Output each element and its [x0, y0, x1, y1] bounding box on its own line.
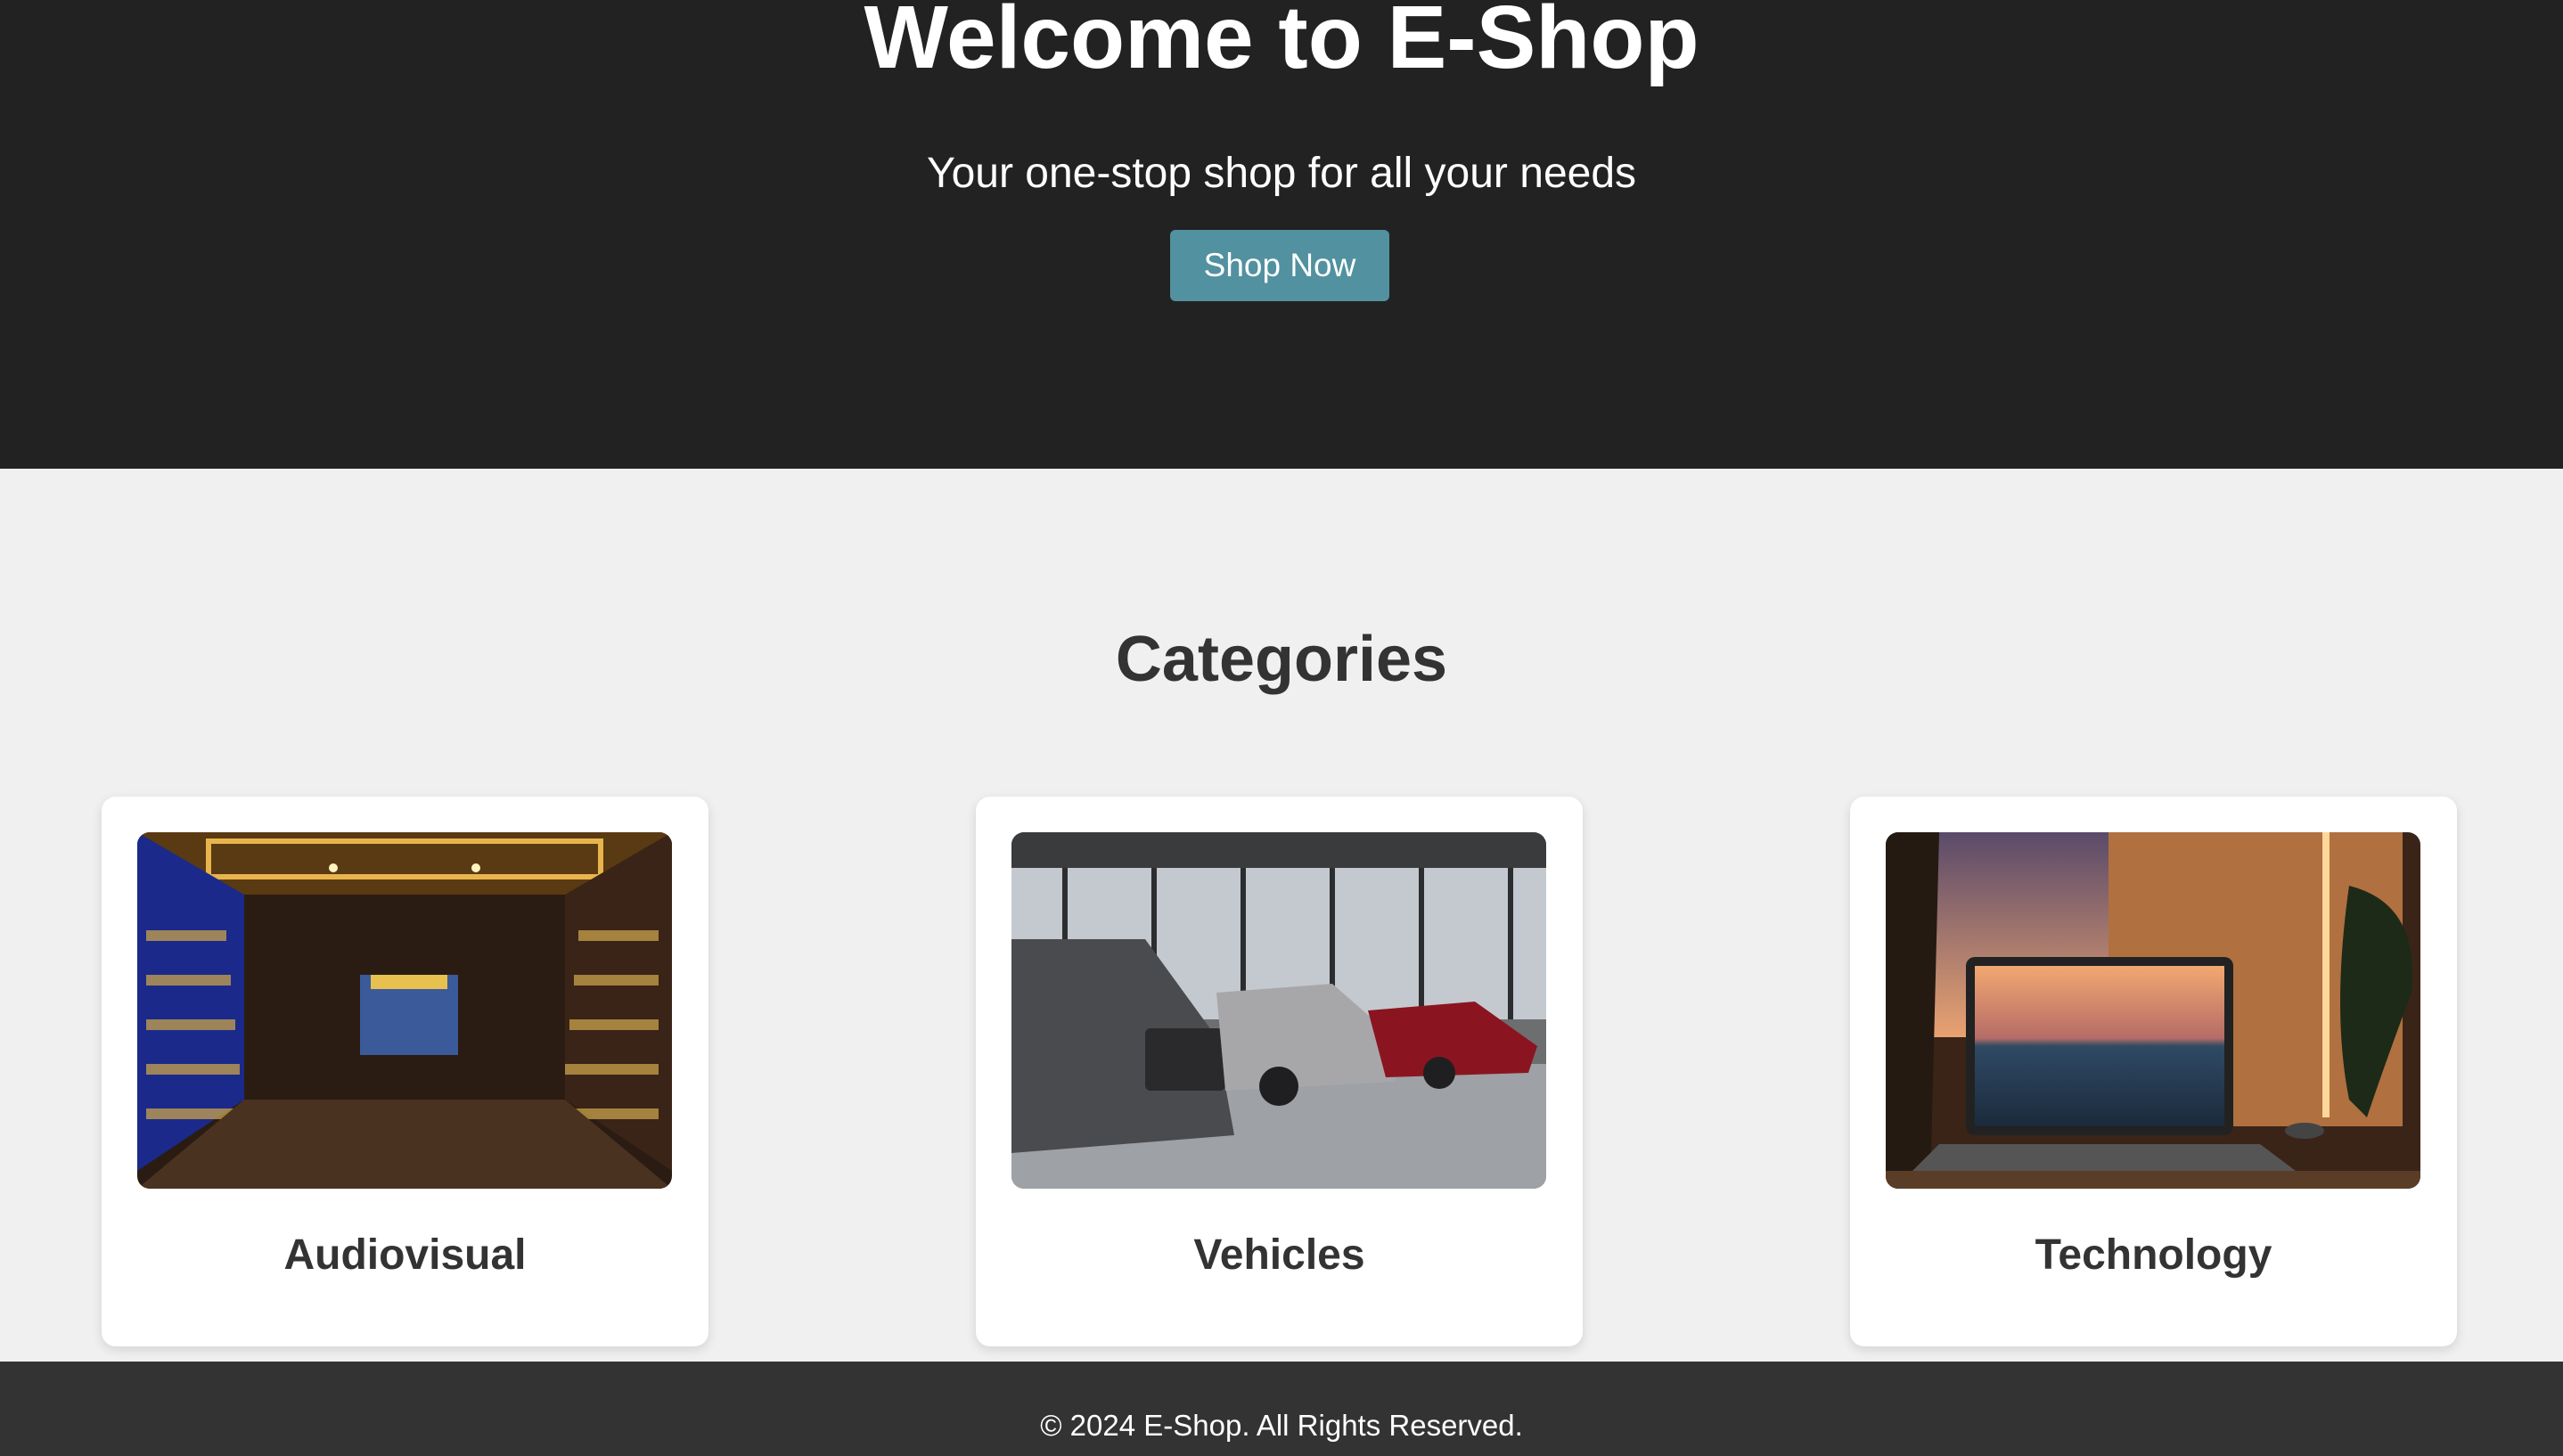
category-label: Technology	[2035, 1231, 2272, 1279]
hero-section: Welcome to E-Shop Your one-stop shop for…	[0, 0, 2563, 469]
hero-title: Welcome to E-Shop	[864, 0, 1699, 87]
category-card-vehicles[interactable]: Vehicles	[976, 797, 1583, 1346]
category-label: Vehicles	[1193, 1231, 1365, 1279]
vehicles-image	[1011, 832, 1546, 1189]
categories-title: Categories	[1115, 624, 1448, 695]
category-card-technology[interactable]: Technology	[1850, 797, 2457, 1346]
hero-subtitle: Your one-stop shop for all your needs	[926, 150, 1637, 197]
category-card-audiovisual[interactable]: Audiovisual	[102, 797, 708, 1346]
shop-now-button[interactable]: Shop Now	[1170, 230, 1389, 301]
technology-image	[1886, 832, 2420, 1189]
category-label: Audiovisual	[283, 1231, 527, 1279]
copyright-text: © 2024 E-Shop. All Rights Reserved.	[1040, 1409, 1523, 1442]
footer: © 2024 E-Shop. All Rights Reserved.	[0, 1362, 2563, 1456]
audiovisual-image	[137, 832, 672, 1189]
